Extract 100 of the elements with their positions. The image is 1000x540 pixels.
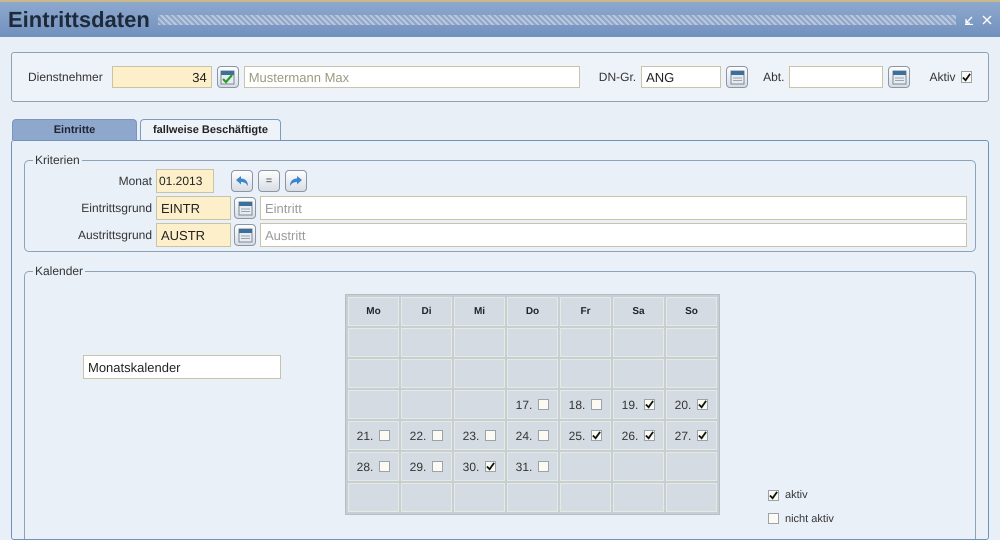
checkbox[interactable] [960,71,972,83]
empty-cell [454,359,505,388]
day-number: 29. [410,458,426,476]
day-cell[interactable]: 22. [401,421,452,450]
empty-cell [560,452,611,481]
close-icon[interactable] [982,14,992,24]
empty-cell [401,328,452,357]
lookup-button[interactable] [216,66,239,88]
checkbox[interactable] [768,513,779,524]
checkbox[interactable] [379,461,390,472]
empty-cell [401,390,452,419]
day-cell[interactable]: 29. [401,452,452,481]
checkbox[interactable] [538,461,550,472]
checkbox[interactable] [432,430,444,441]
day-cell[interactable]: 24. [507,421,558,450]
calendar-name-field[interactable]: Monatskalender [83,355,281,379]
empty-cell [507,483,558,512]
day-cell[interactable]: 18. [560,390,611,419]
day-number: 20. [674,396,692,414]
code-field[interactable]: AUSTR [156,223,231,247]
day-number: 25. [568,428,586,444]
empty-cell [348,328,399,357]
field-label: Abt. [763,69,784,86]
checkbox[interactable] [697,430,708,441]
day-cell[interactable]: 23. [454,421,505,450]
day-cell[interactable]: 26. [613,421,664,450]
checkbox[interactable] [538,399,550,410]
next-button[interactable] [285,170,307,192]
lookup-button[interactable] [234,197,256,219]
weekday-header: Mi [454,297,505,326]
weekday-header: Do [507,297,558,326]
empty-cell [560,328,611,357]
minimize-icon[interactable] [964,14,974,24]
group-title: Kalender [34,263,84,280]
empty-cell [560,483,611,512]
weekday-header: Fr [560,297,611,326]
empty-cell [560,359,611,388]
day-number: 24. [516,428,532,444]
window-title: Eintrittsdaten [8,6,150,34]
empty-cell [666,452,717,481]
equal-button[interactable]: = [258,170,280,192]
day-cell[interactable]: 19. [613,390,664,419]
checkbox[interactable] [432,461,444,472]
day-number: 18. [568,396,586,414]
weekday-header: So [666,297,717,326]
empty-cell [507,359,558,388]
day-number: 21. [356,428,374,444]
lookup-button[interactable] [234,224,256,246]
empty-cell [666,328,717,357]
weekday-header: Mo [348,297,399,326]
calendar-check-icon [220,70,236,84]
empty-cell [613,328,664,357]
day-cell[interactable]: 20. [666,390,717,419]
code-field[interactable]: EINTR [156,196,231,220]
checkbox[interactable] [644,430,656,441]
day-cell[interactable]: 28. [348,452,399,481]
tab[interactable]: Eintritte [12,119,137,140]
group-field[interactable]: ANG [641,66,722,88]
checkbox[interactable] [485,461,496,472]
empty-cell [348,390,399,419]
group-title: Kriterien [34,152,81,169]
day-number: 17. [516,396,532,414]
day-cell[interactable]: 31. [507,452,558,481]
checkbox[interactable] [768,490,779,501]
field-label: Aktiv [929,69,956,86]
empty-cell [348,483,399,512]
day-cell[interactable]: 30. [454,452,505,481]
day-cell[interactable]: 17. [507,390,558,419]
forward-arrow-icon [289,175,303,187]
tab[interactable]: fallweise Beschäftigte [140,119,281,140]
day-number: 28. [356,458,374,476]
checkbox[interactable] [591,399,602,410]
day-cell[interactable]: 21. [348,421,399,450]
checkbox[interactable] [379,430,390,441]
lookup-button[interactable] [726,66,748,88]
checkbox[interactable] [538,430,550,441]
empty-cell [454,390,505,419]
checkbox[interactable] [644,399,656,410]
calendar-icon [238,228,252,242]
day-number: 22. [410,428,426,444]
lookup-button[interactable] [888,66,910,88]
checkbox[interactable] [697,399,708,410]
legend-label: aktiv [785,488,808,503]
weekday-header: Sa [613,297,664,326]
empty-cell [666,359,717,388]
back-arrow-icon [235,175,249,187]
calendar-icon [730,70,745,84]
empty-cell [613,452,664,481]
day-number: 31. [516,458,532,476]
checkbox[interactable] [485,430,496,441]
previous-button[interactable] [231,170,253,192]
day-cell[interactable]: 27. [666,421,717,450]
field-label: Eintrittsgrund [80,200,153,217]
month-field[interactable]: 01.2013 [156,169,214,193]
day-number: 27. [674,428,692,444]
empty-cell [507,328,558,357]
day-cell[interactable]: 25. [560,421,611,450]
department-field[interactable] [789,66,884,88]
employee-number-field[interactable]: 34 [112,66,212,88]
checkbox[interactable] [591,430,602,441]
